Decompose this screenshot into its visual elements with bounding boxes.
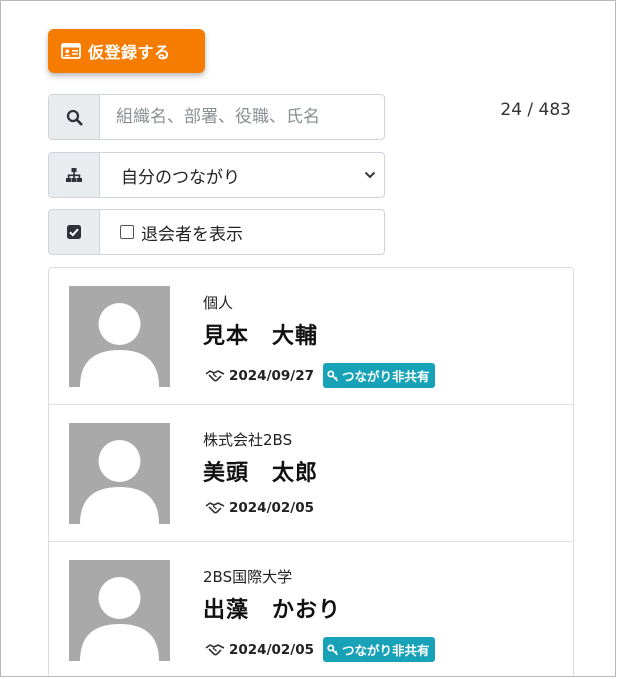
contact-list: 個人 見本 大輔 2024/09/27 つながり非共有 株式会社2BS 美頭 太… bbox=[48, 267, 574, 676]
contact-list-page: 仮登録する 24 / 483 組織名、部署、役職、氏名 自分のつながり 退会者を… bbox=[0, 0, 616, 677]
filter-select[interactable]: 自分のつながり bbox=[48, 152, 385, 198]
filter-addon bbox=[49, 153, 100, 197]
key-icon bbox=[327, 370, 339, 381]
contact-card[interactable]: 2BS国際大学 出藻 かおり 2024/02/05 つながり非共有 bbox=[49, 542, 573, 676]
contact-organization: 個人 bbox=[203, 294, 234, 312]
contact-organization: 2BS国際大学 bbox=[203, 568, 293, 586]
sitemap-icon bbox=[66, 168, 82, 182]
contact-name: 出藻 かおり bbox=[203, 598, 342, 623]
not-shared-label: つながり非共有 bbox=[342, 643, 430, 658]
user-silhouette-icon bbox=[80, 440, 159, 524]
result-count: 24 / 483 bbox=[500, 100, 571, 120]
contact-name: 見本 大輔 bbox=[203, 324, 319, 349]
contact-meta: 2024/02/05 つながり非共有 bbox=[205, 637, 435, 662]
check-square-icon bbox=[67, 225, 81, 239]
handshake-icon bbox=[205, 502, 225, 514]
contact-organization: 株式会社2BS bbox=[203, 431, 293, 449]
provisional-register-button[interactable]: 仮登録する bbox=[48, 29, 205, 73]
filter-selected-value: 自分のつながり bbox=[121, 167, 240, 188]
key-icon bbox=[327, 644, 339, 655]
avatar bbox=[69, 286, 170, 387]
not-shared-badge: つながり非共有 bbox=[323, 363, 435, 388]
contact-date: 2024/02/05 bbox=[229, 641, 315, 658]
contact-date: 2024/02/05 bbox=[229, 500, 315, 516]
provisional-register-label: 仮登録する bbox=[88, 43, 171, 62]
contact-card[interactable]: 株式会社2BS 美頭 太郎 2024/02/05 bbox=[49, 405, 573, 542]
avatar bbox=[69, 560, 170, 661]
chevron-down-icon bbox=[364, 171, 376, 179]
user-silhouette-icon bbox=[80, 577, 159, 661]
checkbox-addon bbox=[49, 210, 100, 254]
contact-meta: 2024/09/27 つながり非共有 bbox=[205, 363, 435, 388]
not-shared-label: つながり非共有 bbox=[342, 369, 430, 384]
contact-card[interactable]: 個人 見本 大輔 2024/09/27 つながり非共有 bbox=[49, 268, 573, 405]
show-retired-checkbox[interactable] bbox=[120, 225, 134, 239]
handshake-icon bbox=[205, 369, 225, 381]
not-shared-badge: つながり非共有 bbox=[323, 637, 435, 662]
handshake-icon bbox=[205, 643, 225, 655]
contact-meta: 2024/02/05 bbox=[205, 500, 314, 516]
search-icon bbox=[66, 109, 82, 125]
search-group bbox=[48, 94, 385, 140]
id-card-icon bbox=[61, 43, 81, 59]
retired-filter-group: 退会者を表示 bbox=[48, 209, 385, 255]
show-retired-label[interactable]: 退会者を表示 bbox=[141, 220, 243, 245]
search-addon[interactable] bbox=[49, 95, 100, 139]
contact-date: 2024/09/27 bbox=[229, 367, 315, 384]
search-input[interactable] bbox=[116, 95, 384, 139]
contact-name: 美頭 太郎 bbox=[203, 461, 319, 486]
user-silhouette-icon bbox=[80, 303, 159, 387]
avatar bbox=[69, 423, 170, 524]
